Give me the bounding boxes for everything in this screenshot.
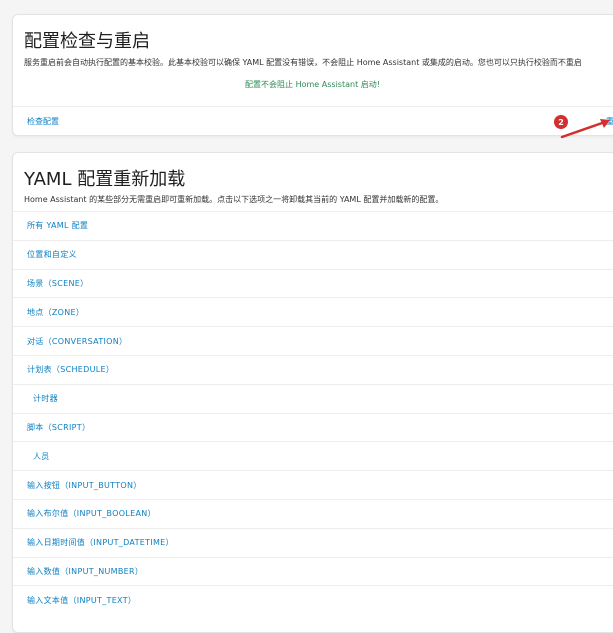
config-check-card: 配置检查与重启 服务重启前会自动执行配置的基本校验。此基本校验可以确保 YAML… [12, 14, 613, 136]
reload-item[interactable]: 位置和自定义 [13, 239, 613, 269]
config-valid-message: 配置不会阻止 Home Assistant 启动! [245, 80, 380, 89]
check-config-button[interactable]: 检查配置 [27, 116, 59, 127]
card-divider [13, 106, 613, 107]
yaml-reload-card: YAML 配置重新加载 Home Assistant 的某些部分无需重启即可重新… [12, 152, 613, 633]
reload-item[interactable]: 脚本（SCRIPT） [13, 412, 613, 442]
reload-item[interactable]: 计时器 [13, 383, 613, 413]
reload-item[interactable]: 计划表（SCHEDULE） [13, 354, 613, 384]
reload-item[interactable]: 输入日期时间值（INPUT_DATETIME） [13, 527, 613, 557]
reload-item[interactable]: 人员 [13, 441, 613, 470]
reload-item[interactable]: 场景（SCENE） [13, 268, 613, 298]
reload-item[interactable]: 输入文本值（INPUT_TEXT） [13, 585, 613, 614]
reload-item[interactable]: 输入按钮（INPUT_BUTTON） [13, 470, 613, 499]
reload-item[interactable]: 所有 YAML 配置 [13, 211, 613, 240]
annotation-arrow-icon [560, 119, 610, 139]
reload-item[interactable]: 输入数值（INPUT_NUMBER） [13, 556, 613, 586]
config-check-description: 服务重启前会自动执行配置的基本校验。此基本校验可以确保 YAML 配置没有错误，… [24, 58, 582, 67]
reload-item[interactable]: 地点（ZONE） [13, 297, 613, 326]
config-check-title: 配置检查与重启 [24, 31, 150, 52]
annotation-step-badge: 2 [554, 115, 568, 129]
reload-item[interactable]: 输入布尔值（INPUT_BOOLEAN） [13, 498, 613, 528]
yaml-reload-description: Home Assistant 的某些部分无需重启即可重新加载。点击以下选项之一将… [24, 195, 444, 204]
yaml-reload-title: YAML 配置重新加载 [24, 169, 186, 190]
reload-item[interactable]: 对话（CONVERSATION） [13, 326, 613, 355]
reload-list: 所有 YAML 配置 位置和自定义 场景（SCENE） 地点（ZONE） 对话（CONV… [13, 211, 613, 614]
